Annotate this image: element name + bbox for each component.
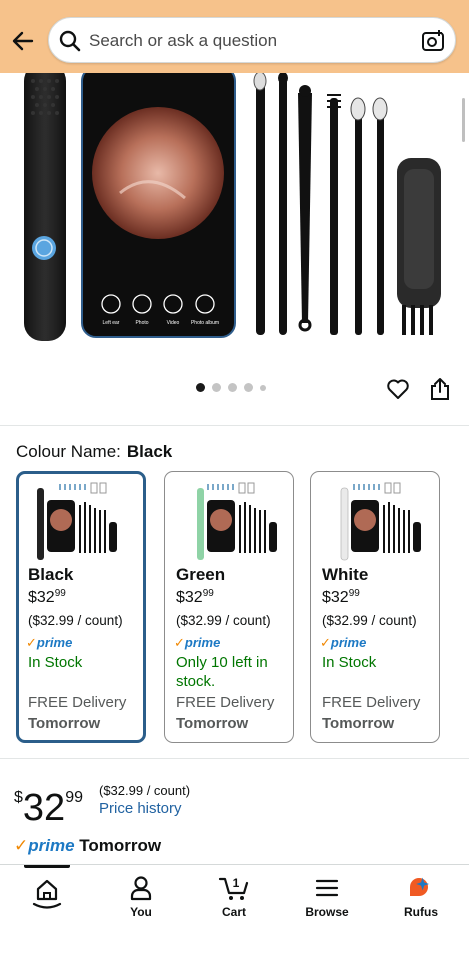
colour-label: Colour Name: Black: [16, 442, 172, 462]
heart-icon[interactable]: [386, 377, 410, 401]
camera-search-icon[interactable]: [421, 29, 445, 53]
carousel-dot-4[interactable]: [244, 383, 253, 392]
nav-rufus-label: Rufus: [404, 905, 438, 919]
variant-stock-status: Only 10 left in stock.: [176, 654, 268, 690]
phone-label-left-ear: Left ear: [103, 320, 120, 326]
variant-stock-status: In Stock: [28, 654, 83, 671]
variant-name: Black: [28, 565, 74, 584]
rufus-icon: [410, 877, 429, 896]
nav-browse[interactable]: Browse: [282, 875, 372, 919]
variant-card-white[interactable]: White $3299 ($32.99 / count) ✓prime In S…: [310, 471, 440, 743]
variant-card-green[interactable]: Green $3299 ($32.99 / count) ✓prime Only…: [164, 471, 294, 743]
person-icon: [130, 876, 152, 901]
product-price: $3299: [14, 787, 83, 829]
image-scrollbar[interactable]: [462, 98, 465, 142]
variant-card-black[interactable]: Black $3299 ($32.99 / count) ✓prime In S…: [16, 471, 146, 743]
phone-label-video: Video: [167, 320, 180, 326]
cart-count-badge: 1: [233, 876, 240, 890]
search-icon: [59, 30, 81, 52]
variant-name: Green: [176, 565, 226, 584]
price-history-link[interactable]: Price history: [99, 800, 182, 817]
variant-delivery-day: Tomorrow: [176, 715, 249, 732]
nav-cart-label: Cart: [221, 905, 246, 919]
carousel-dot-1[interactable]: [196, 383, 205, 392]
variant-thumbnail: [197, 482, 277, 560]
prime-badge: ✓prime: [320, 635, 367, 650]
prime-delivery: ✓prime Tomorrow: [14, 836, 162, 855]
nav-browse-label: Browse: [305, 905, 349, 919]
carousel-dot-5[interactable]: [260, 384, 266, 391]
prime-badge: ✓prime: [26, 635, 73, 650]
variant-unit-price: ($32.99 / count): [28, 613, 123, 628]
variant-unit-price: ($32.99 / count): [322, 613, 417, 628]
variant-thumbnail: [340, 482, 421, 561]
variant-name: White: [322, 565, 369, 584]
variant-price: $3299: [322, 588, 360, 606]
menu-icon: [315, 879, 339, 897]
variant-unit-price: ($32.99 / count): [176, 613, 271, 628]
top-header: Search or ask a question: [0, 0, 469, 73]
image-carousel-dots[interactable]: [196, 383, 266, 392]
back-arrow-icon[interactable]: [10, 28, 36, 54]
phone-label-photo-album: Photo album: [191, 320, 219, 326]
share-icon[interactable]: [429, 377, 451, 401]
nav-home[interactable]: [2, 875, 92, 915]
carousel-dot-3[interactable]: [228, 383, 237, 392]
variant-delivery: FREE Delivery: [322, 694, 421, 711]
nav-you-label: You: [130, 905, 152, 919]
selected-colour: Black: [126, 442, 173, 461]
bottom-navigation: You 1 Cart Browse Rufus: [0, 864, 469, 960]
carousel-dot-2[interactable]: [212, 383, 221, 392]
section-divider: [0, 425, 469, 426]
product-image: Left ear Photo Video Photo album: [24, 73, 441, 341]
colour-label-text: Colour Name:: [16, 442, 121, 461]
unit-price: ($32.99 / count): [99, 783, 191, 798]
variant-stock-status: In Stock: [322, 654, 377, 671]
section-divider: [0, 758, 469, 759]
variant-price: $3299: [176, 588, 214, 606]
variant-delivery-day: Tomorrow: [28, 715, 101, 732]
nav-cart[interactable]: 1 Cart: [189, 875, 279, 919]
nav-you[interactable]: You: [96, 875, 186, 919]
search-bar[interactable]: Search or ask a question: [48, 17, 456, 63]
product-image-gallery[interactable]: Left ear Photo Video Photo album: [0, 73, 469, 373]
home-active-indicator: [24, 865, 70, 868]
home-icon: [32, 879, 62, 909]
nav-rufus[interactable]: Rufus: [376, 875, 466, 919]
phone-label-photo: Photo: [135, 320, 148, 326]
prime-badge: ✓prime: [174, 635, 221, 650]
search-input[interactable]: Search or ask a question: [89, 31, 277, 51]
variant-delivery: FREE Delivery: [28, 694, 127, 711]
variant-delivery: FREE Delivery: [176, 694, 275, 711]
variant-price: $3299: [28, 588, 66, 606]
variant-thumbnail: [37, 482, 117, 560]
cart-icon: 1: [218, 876, 249, 900]
variant-delivery-day: Tomorrow: [322, 715, 395, 732]
